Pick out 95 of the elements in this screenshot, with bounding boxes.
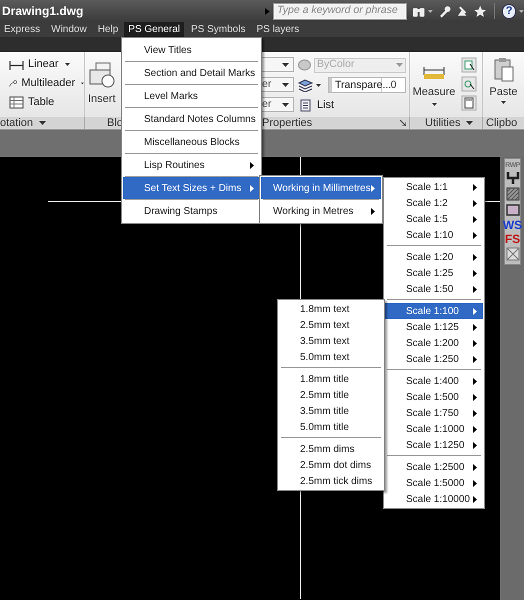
menu-item[interactable]: Scale 1:100	[385, 303, 483, 319]
menu-item[interactable]: Scale 1:750	[385, 405, 483, 421]
help-button[interactable]: ?	[502, 4, 516, 18]
menu-item[interactable]: Scale 1:25	[385, 265, 483, 281]
menu-item[interactable]: Set Text Sizes + Dims	[123, 177, 260, 199]
transparency-field[interactable]: Transpare...0	[328, 77, 406, 93]
menu-item[interactable]: Scale 1:5	[385, 211, 483, 227]
menu-item[interactable]: Scale 1:1	[385, 179, 483, 195]
caret-icon[interactable]	[466, 121, 474, 125]
crossed-box-icon[interactable]	[506, 247, 520, 261]
menu-item[interactable]: Scale 1:500	[385, 389, 483, 405]
fork-icon[interactable]	[506, 171, 520, 185]
select-icon[interactable]	[461, 57, 477, 73]
calculator-icon[interactable]	[461, 95, 477, 111]
dropdown-field[interactable]: er	[262, 77, 294, 92]
menu-item[interactable]: View Titles	[123, 39, 260, 61]
menu-bar-item[interactable]: Window	[47, 22, 91, 37]
menu-item[interactable]: Drawing Stamps	[123, 200, 260, 222]
menu-item[interactable]: 2.5mm tick dims	[279, 473, 383, 489]
menu-item[interactable]: Scale 1:50	[385, 281, 483, 297]
panel-title[interactable]: Utilities	[425, 114, 460, 132]
caret-icon[interactable]	[501, 100, 506, 104]
measure-button[interactable]: Measure	[412, 84, 456, 100]
caret-icon[interactable]	[39, 121, 46, 125]
menu-item[interactable]: Scale 1:10	[385, 227, 483, 243]
menu-bar-item[interactable]: PS Symbols	[186, 22, 250, 37]
dropdown-field[interactable]: er	[262, 97, 294, 112]
dimension-icon[interactable]	[9, 58, 24, 71]
menu-item[interactable]: Scale 1:200	[385, 335, 483, 351]
caret-icon	[282, 82, 289, 86]
caret-icon	[282, 102, 289, 106]
tool-button[interactable]: Linear	[28, 56, 59, 73]
caret-icon[interactable]	[519, 10, 524, 12]
layers-icon[interactable]	[298, 78, 313, 92]
panel-title[interactable]: Properties	[262, 114, 312, 132]
color-dropdown: ByColor	[314, 58, 406, 72]
paste-button[interactable]: Paste	[489, 84, 518, 100]
panel-title[interactable]: otation	[0, 114, 34, 132]
menu-item[interactable]: Lisp Routines	[123, 154, 260, 176]
panel-title[interactable]: Clipbo	[486, 117, 518, 129]
menu-item[interactable]: 2.5mm title	[279, 387, 383, 403]
menu-item[interactable]: 1.8mm text	[279, 301, 383, 317]
caret-icon[interactable]	[81, 82, 84, 85]
launcher-icon[interactable]	[400, 120, 406, 126]
frame-icon[interactable]	[506, 203, 520, 217]
caret-icon[interactable]	[432, 102, 436, 106]
menu-item[interactable]: Scale 1:250	[385, 351, 483, 367]
tool-button[interactable]: Insert	[88, 91, 116, 108]
menu-item[interactable]: Scale 1:2500	[385, 459, 483, 475]
menu-item[interactable]: Scale 1:125	[385, 319, 483, 335]
list-button[interactable]: List	[317, 96, 334, 114]
caret-icon[interactable]	[428, 10, 433, 12]
window-title: Drawing1.dwg	[2, 3, 84, 20]
menu-bar-item[interactable]: Help	[94, 22, 122, 37]
caret-icon[interactable]	[64, 63, 70, 66]
star-icon[interactable]	[474, 4, 486, 18]
menu-item[interactable]: 5.0mm title	[279, 419, 383, 435]
menu-item[interactable]: Level Marks	[123, 85, 260, 107]
scroll-list-icon[interactable]	[299, 98, 312, 112]
menu-item[interactable]: Section and Detail Marks	[123, 62, 260, 84]
menu-item[interactable]: 3.5mm text	[279, 333, 383, 349]
menu-item[interactable]: Scale 1:10000	[385, 491, 483, 507]
menu-item[interactable]: Scale 1:20	[385, 249, 483, 265]
quick-select-icon[interactable]	[461, 76, 477, 92]
menu-item[interactable]: Standard Notes Columns	[123, 108, 260, 130]
dropdown-field[interactable]	[262, 57, 294, 72]
menu-item[interactable]: 2.5mm dims	[279, 441, 383, 457]
menu-item[interactable]: 3.5mm title	[279, 403, 383, 419]
menu-bar-item[interactable]: PS layers	[252, 22, 304, 37]
caret-icon	[396, 63, 403, 67]
menu-item[interactable]: 2.5mm text	[279, 317, 383, 333]
tool-button[interactable]: Multileader	[21, 75, 76, 92]
caret-icon	[282, 62, 289, 66]
menu-item[interactable]: 1.8mm title	[279, 371, 383, 387]
clipboard-icon[interactable]	[492, 57, 514, 83]
menu-item[interactable]: Scale 1:1000	[385, 421, 483, 437]
menu-bar-item[interactable]: PS General	[124, 22, 184, 37]
menu-item[interactable]: 2.5mm dot dims	[279, 457, 383, 473]
search-field[interactable]: Type a keyword or phrase	[273, 2, 407, 20]
hatch-icon[interactable]	[506, 187, 520, 201]
wrench-icon[interactable]	[438, 4, 452, 18]
caret-icon[interactable]	[316, 84, 321, 86]
menu-item[interactable]: Scale 1:5000	[385, 475, 483, 491]
menu-item[interactable]: 5.0mm text	[279, 349, 383, 365]
menu-item[interactable]: Working in Metres	[261, 200, 381, 222]
expand-arrow-icon[interactable]	[265, 8, 270, 14]
menu-item[interactable]: Scale 1:400	[385, 373, 483, 389]
toolbar-button[interactable]: WS	[502, 219, 522, 231]
tool-button[interactable]: Table	[28, 94, 54, 111]
menu-item[interactable]: Working in Millimetres	[261, 177, 381, 199]
table-icon[interactable]	[9, 96, 24, 109]
color-wheel-icon[interactable]	[298, 59, 311, 71]
menu-bar-item[interactable]: Express	[0, 22, 44, 37]
menu-item[interactable]: Scale 1:1250	[385, 437, 483, 453]
menu-item[interactable]: Scale 1:2	[385, 195, 483, 211]
